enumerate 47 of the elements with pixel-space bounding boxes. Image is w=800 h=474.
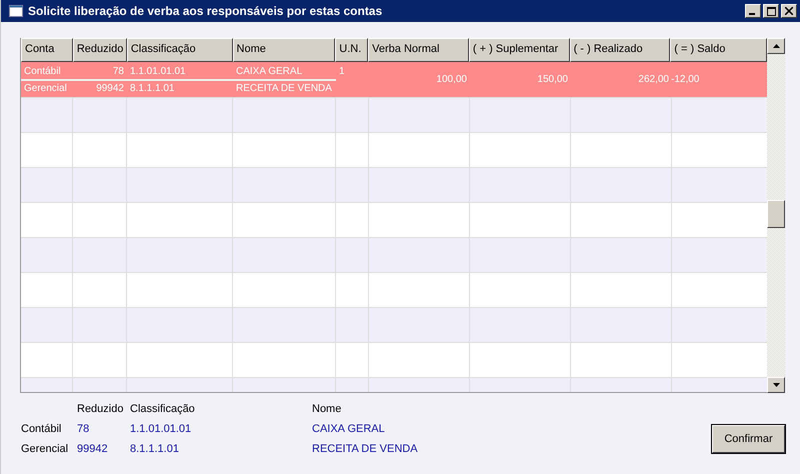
close-icon — [785, 7, 793, 15]
column-label: Nome — [312, 403, 342, 415]
value-text: 1.1.01.01.01 — [130, 423, 192, 435]
column-header[interactable]: ( = ) Saldo — [670, 38, 767, 62]
column-header[interactable]: Verba Normal — [368, 38, 469, 62]
maximize-button[interactable] — [763, 4, 779, 18]
column-header[interactable]: Conta — [21, 38, 73, 62]
column-header[interactable]: ( - ) Realizado — [570, 38, 670, 62]
row-label: Contábil — [20, 423, 62, 435]
table-cell-text: Contábil — [23, 66, 62, 77]
column-header[interactable]: U.N. — [335, 38, 368, 62]
table-cell-text: Gerencial — [23, 83, 68, 94]
row-label: Gerencial — [20, 443, 70, 455]
scrollbar-thumb[interactable] — [767, 200, 785, 228]
table-cell-text: -12,00 — [670, 74, 700, 85]
column-header[interactable]: Reduzido — [72, 38, 127, 62]
table-cell-text: 150,00 — [536, 74, 569, 85]
maximize-icon — [766, 6, 776, 16]
value-text: 78 — [77, 423, 90, 435]
table-cell-text: RECEITA DE VENDA — [235, 83, 333, 94]
scroll-up-button[interactable] — [767, 38, 785, 54]
value-text: 8.1.1.1.01 — [130, 443, 180, 455]
confirm-button[interactable]: Confirmar — [712, 425, 785, 453]
column-header[interactable]: Nome — [232, 38, 336, 62]
table-cell-text: CAIXA GERAL — [235, 66, 304, 77]
table-cell-text: 100,00 — [435, 74, 468, 85]
table-cell-text: 262,00 — [637, 74, 670, 85]
value-text: 99942 — [77, 443, 109, 455]
window-title: Solicite liberação de verba aos responsáveis por estas contas — [28, 4, 384, 18]
table-cell-text: 1.1.01.01.01 — [129, 66, 187, 77]
column-label: Classificação — [130, 403, 196, 415]
table-cell-text: 8.1.1.1.01 — [129, 83, 176, 94]
close-button[interactable] — [781, 4, 797, 18]
table-cell-text: 1 — [338, 65, 346, 79]
column-header[interactable]: Classificação — [126, 38, 233, 62]
value-text: CAIXA GERAL — [312, 423, 386, 435]
window-icon — [9, 5, 23, 17]
up-arrow-icon — [772, 44, 780, 48]
column-label: Reduzido — [77, 403, 124, 415]
table-cell-text: 99942 — [95, 83, 125, 94]
value-text: RECEITA DE VENDA — [312, 443, 419, 455]
minimize-button[interactable] — [745, 4, 761, 18]
vertical-scrollbar[interactable] — [767, 38, 785, 393]
scroll-down-button[interactable] — [767, 377, 785, 393]
table-cell-text: 78 — [112, 66, 125, 77]
column-header[interactable]: ( + ) Suplementar — [468, 38, 570, 62]
down-arrow-icon — [772, 383, 780, 387]
